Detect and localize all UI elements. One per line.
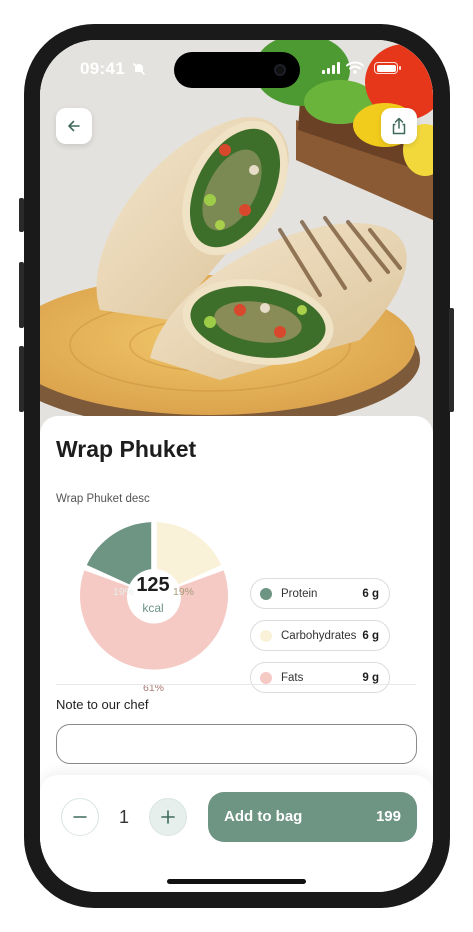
note-to-chef-input[interactable] (56, 724, 417, 764)
product-title: Wrap Phuket (56, 436, 197, 462)
volume-up-button (19, 262, 24, 328)
legend-fats-amount: 9 g (362, 671, 379, 684)
volume-down-button (19, 346, 24, 412)
add-to-bag-label: Add to bag (224, 808, 303, 825)
fats-color-dot (260, 671, 272, 684)
decrease-quantity-button[interactable] (61, 798, 99, 836)
purchase-footer: 1 Add to bag 199 (40, 775, 433, 892)
dynamic-island (174, 52, 300, 88)
cellular-signal-icon (322, 62, 340, 74)
status-time: 09:41 (80, 59, 125, 78)
screen: 09:41 Wrap Phuket Wrap Phuket desc 125 k… (40, 40, 433, 892)
kcal-unit: kcal (142, 601, 164, 615)
legend-fats-name: Fats (281, 671, 304, 684)
legend-protein-name: Protein (281, 587, 318, 600)
note-label: Note to our chef (56, 697, 149, 712)
legend-carbohydrates-name: Carbohydrates (281, 629, 357, 642)
home-indicator[interactable] (167, 879, 306, 884)
share-icon (392, 117, 406, 135)
back-button[interactable] (56, 108, 92, 144)
legend-item-carbohydrates: Carbohydrates 6 g (250, 620, 390, 651)
protein-color-dot (260, 587, 272, 600)
quantity-value: 1 (118, 807, 129, 827)
add-to-bag-button[interactable]: Add to bag 199 (208, 792, 417, 842)
wifi-icon (346, 61, 364, 74)
legend-carbohydrates-amount: 6 g (362, 629, 379, 642)
power-button (449, 308, 454, 412)
bell-slash-icon (132, 62, 146, 76)
legend-item-fats: Fats 9 g (250, 662, 390, 693)
minus-icon (73, 816, 87, 818)
status-bar: 09:41 (40, 40, 433, 100)
battery-icon (374, 62, 401, 74)
carbohydrates-color-dot (260, 629, 272, 642)
price-label: 199 (375, 808, 401, 825)
share-button[interactable] (381, 108, 417, 144)
arrow-left-icon (68, 120, 80, 132)
protein-percent-label: 19% (113, 586, 135, 598)
product-description: Wrap Phuket desc (56, 493, 150, 505)
legend-protein-amount: 6 g (362, 587, 379, 600)
carbohydrates-percent-label: 19% (173, 586, 195, 598)
camera-icon (274, 64, 286, 76)
action-button (19, 198, 24, 232)
legend-item-protein: Protein 6 g (250, 578, 390, 609)
divider (56, 684, 416, 685)
plus-icon (161, 810, 175, 824)
increase-quantity-button[interactable] (149, 798, 187, 836)
